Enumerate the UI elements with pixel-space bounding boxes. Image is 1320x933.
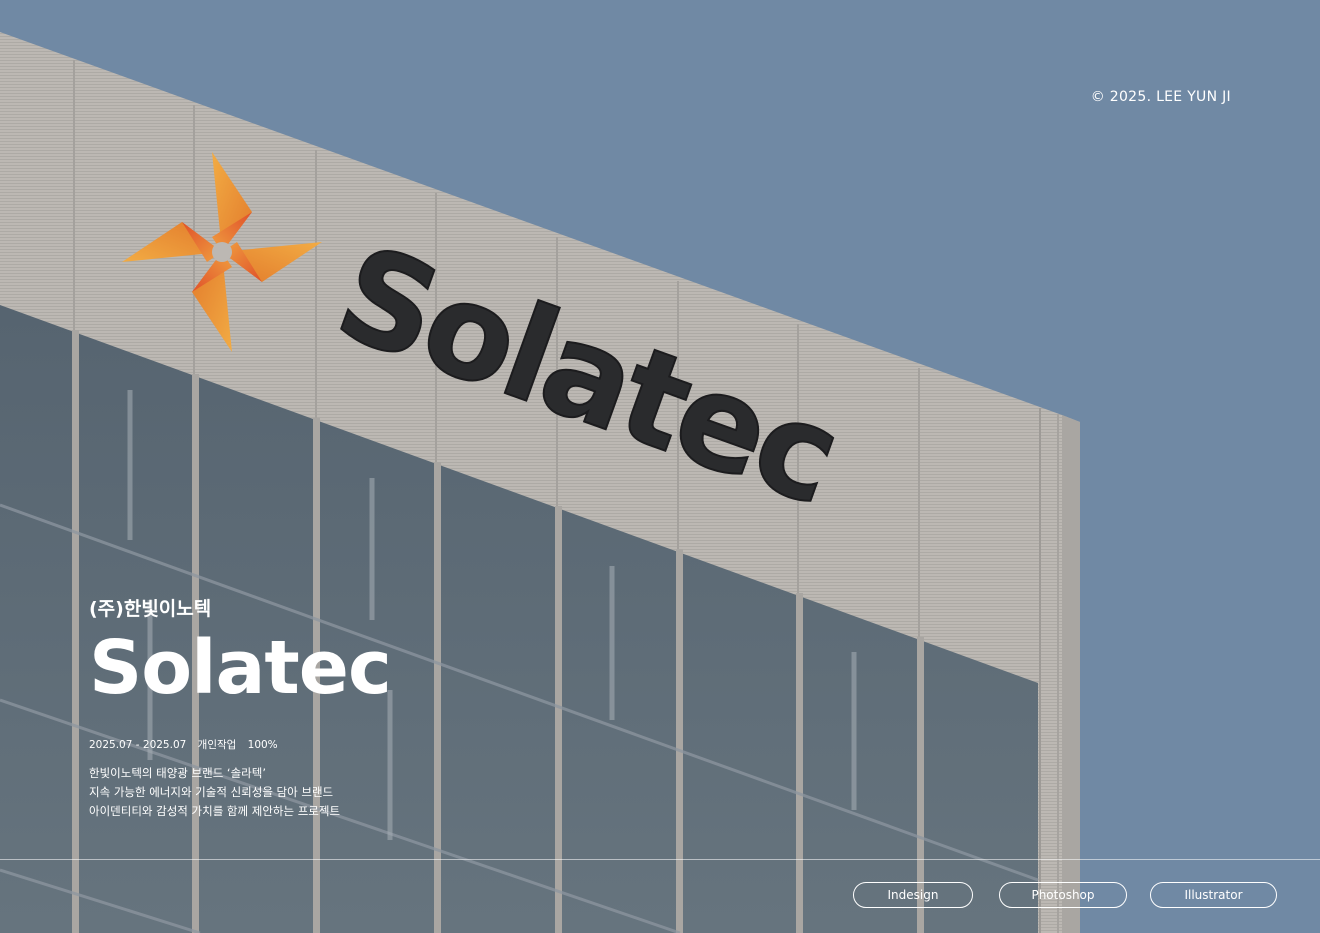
divider-line bbox=[0, 859, 1320, 860]
tool-tag-indesign[interactable]: Indesign bbox=[853, 882, 973, 908]
copyright-text: © 2025. LEE YUN JI bbox=[1090, 89, 1231, 105]
tool-tag-photoshop[interactable]: Photoshop bbox=[999, 882, 1127, 908]
building-edge bbox=[1062, 415, 1080, 933]
project-meta: 2025.07 - 2025.07 개인작업 100% bbox=[89, 737, 391, 752]
description-line: 한빛이노텍의 태양광 브랜드 ‘솔라텍’ bbox=[89, 766, 266, 780]
project-title: Solatec bbox=[89, 625, 392, 711]
description-line: 지속 가능한 에너지와 기술적 신뢰성을 담아 브랜드 bbox=[89, 785, 334, 799]
tool-tag-illustrator[interactable]: Illustrator bbox=[1150, 882, 1277, 908]
project-contribution: 100% bbox=[247, 739, 278, 751]
project-info: (주)한빛이노텍 Solatec 2025.07 - 2025.07 개인작업 … bbox=[89, 594, 392, 821]
project-type: 개인작업 bbox=[197, 739, 237, 751]
company-name: (주)한빛이노텍 bbox=[89, 598, 212, 620]
description-line: 아이덴티티와 감성적 가치를 함께 제안하는 프로젝트 bbox=[89, 804, 341, 818]
project-description: 한빛이노텍의 태양광 브랜드 ‘솔라텍’ 지속 가능한 에너지와 기술적 신뢰성… bbox=[89, 764, 391, 821]
project-period: 2025.07 - 2025.07 bbox=[89, 739, 187, 751]
